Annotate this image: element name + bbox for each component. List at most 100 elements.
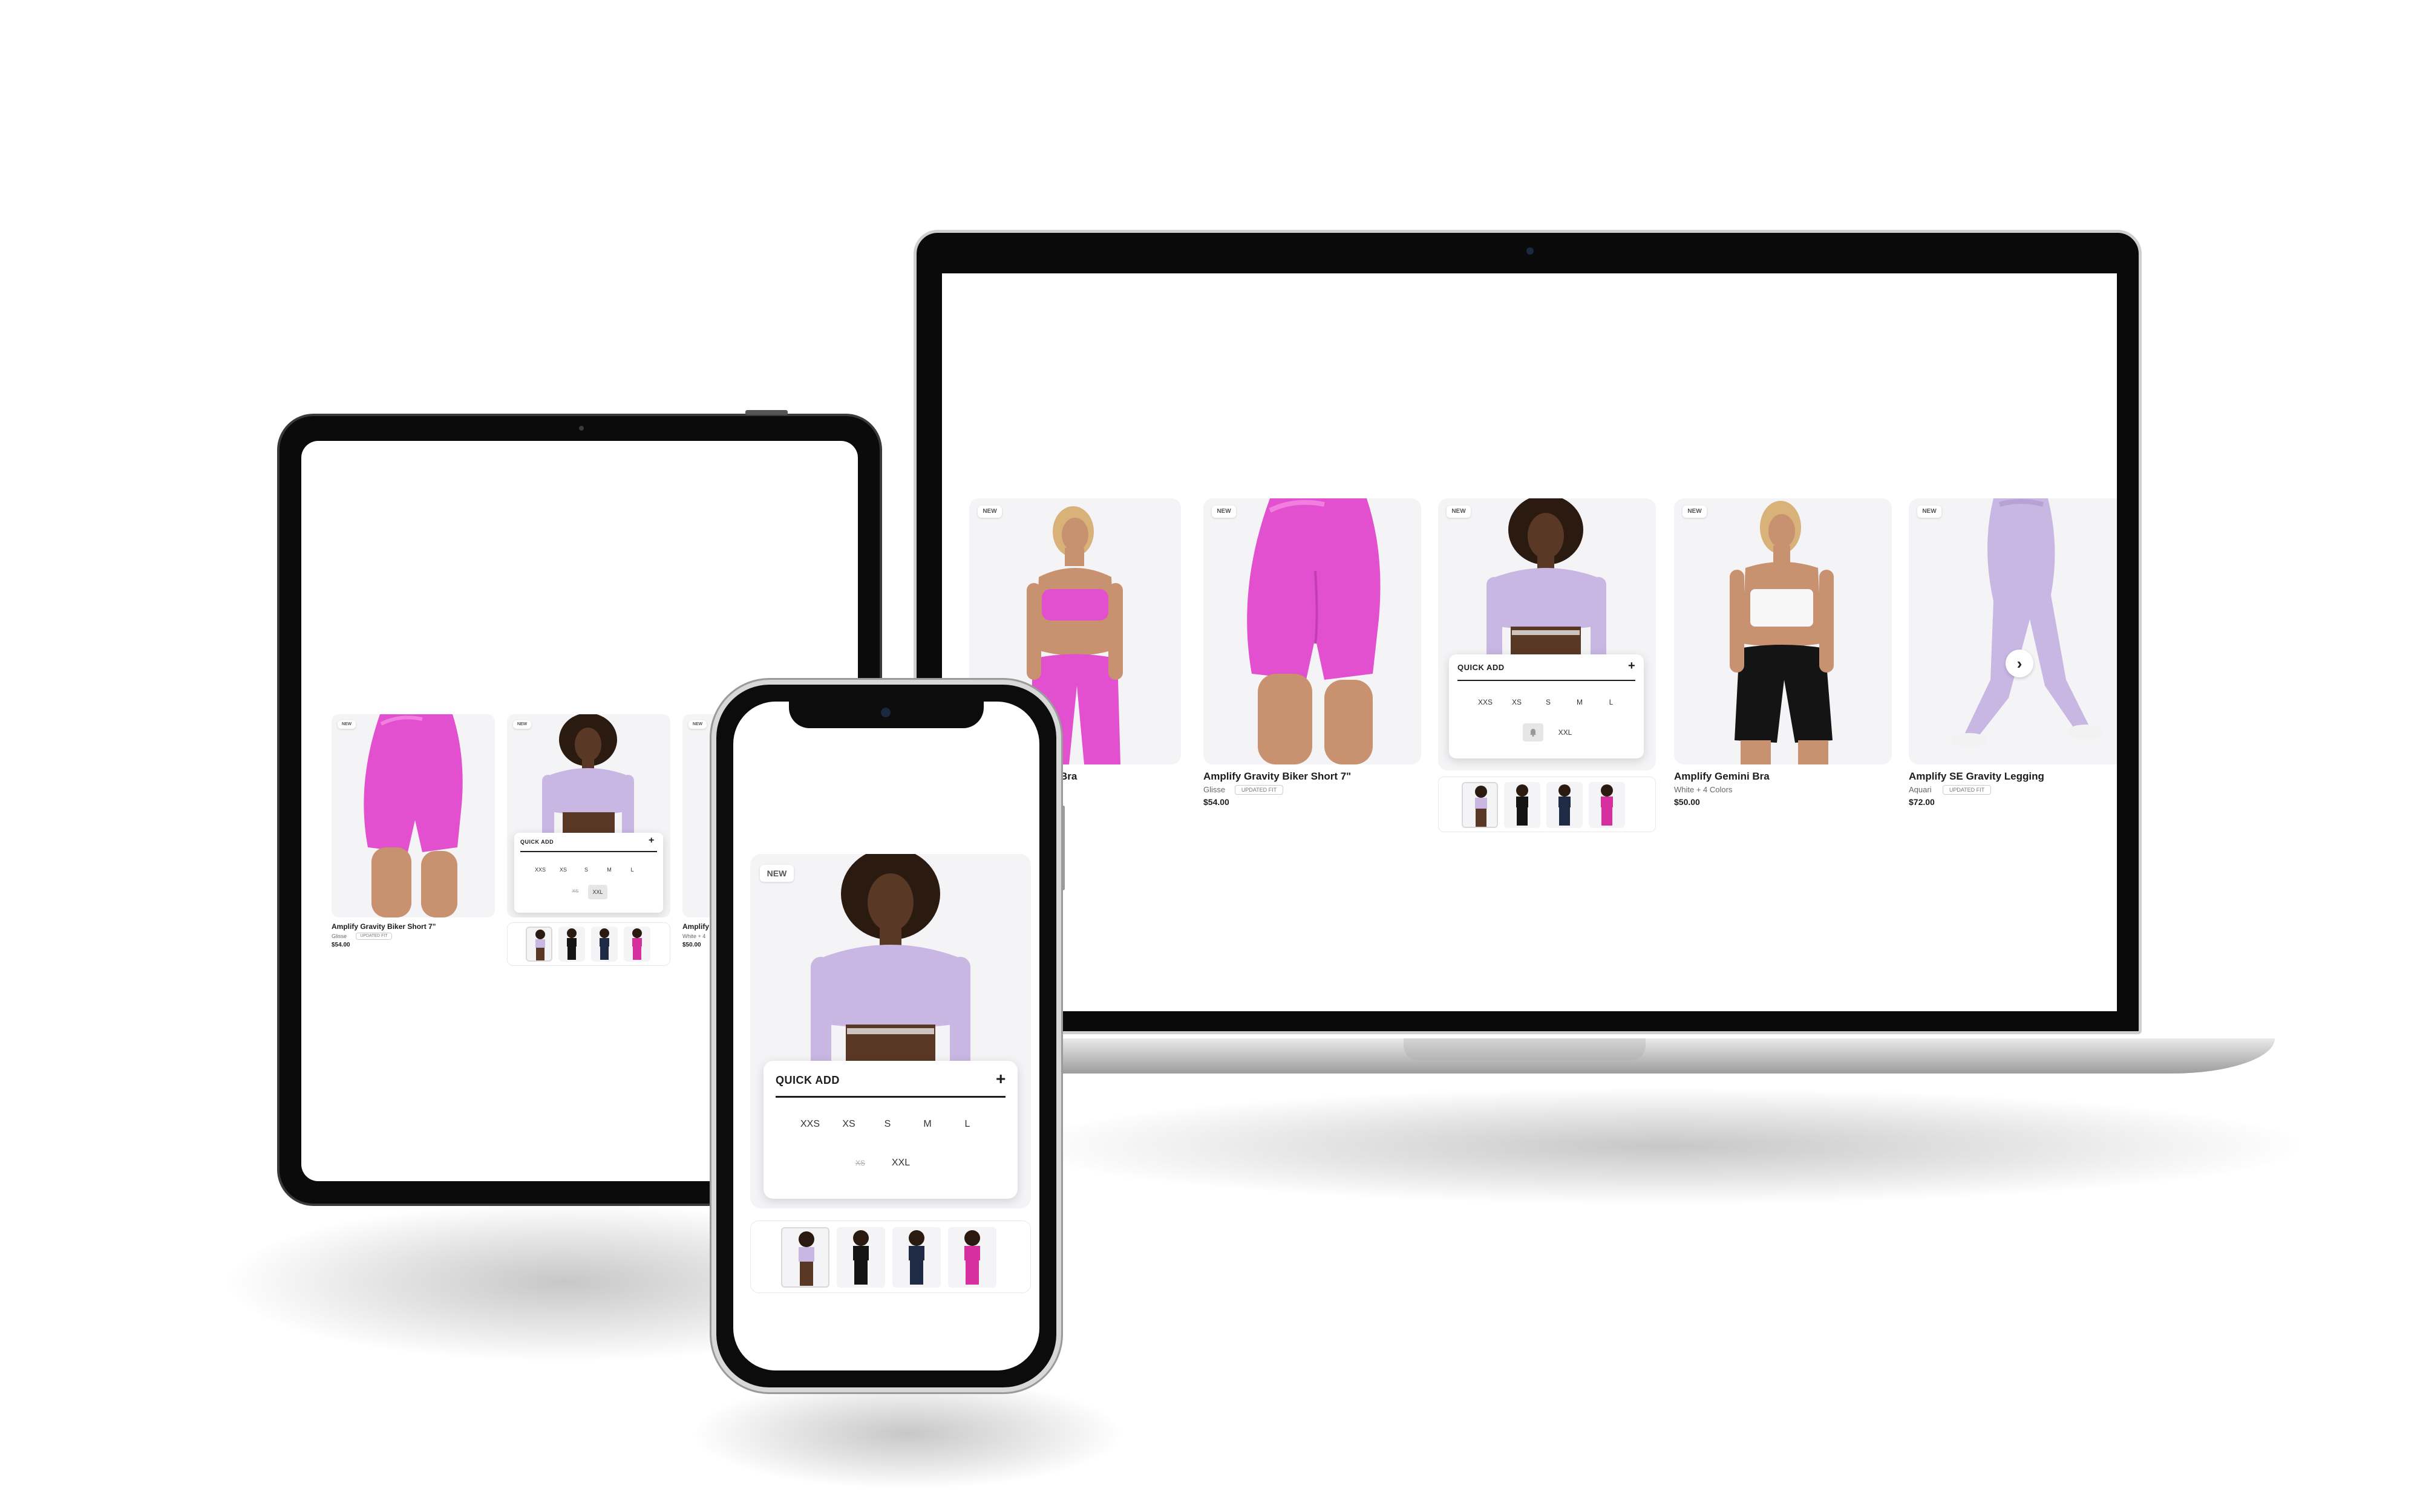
color-swatch-navy[interactable] [892,1227,941,1288]
size-option[interactable]: XXS [531,867,549,873]
color-swatch-black[interactable] [558,927,585,962]
size-option[interactable]: XXL [1553,728,1577,737]
product-card[interactable]: NEW › Amplify SE Gravity Legging Aquari … [1909,498,2117,813]
product-color: Glisse [332,933,347,939]
product-image[interactable]: NEW › [1909,498,2117,764]
size-option[interactable]: L [623,867,641,873]
color-swatch-black[interactable] [837,1227,885,1288]
laptop-hinge-notch [1404,1038,1646,1060]
size-option[interactable]: XS [834,1119,864,1130]
color-swatch-row [750,1220,1031,1293]
size-option-selected[interactable]: XXL [588,885,607,899]
quick-add-title: QUICK ADD [776,1074,840,1086]
phone-device: NEW QUICK ADD + XXS XS S M L XS XXL [711,680,1065,1392]
product-title[interactable]: Amplify [682,922,709,931]
tablet-button [745,410,788,415]
new-badge: NEW [338,720,356,729]
product-price: $50.00 [1674,797,1700,807]
product-image[interactable]: NEW QUICK ADD + XXS XS S M L XXL [1438,498,1656,771]
product-image[interactable]: NEW QUICK ADD + XXS XS S M L XS XXL [507,714,670,917]
quick-add-divider [520,851,657,852]
size-option[interactable]: S [872,1119,903,1130]
updated-fit-badge: UPDATED FIT [1235,785,1283,795]
phone-notch [789,702,984,728]
quick-add-title: QUICK ADD [520,839,554,845]
new-badge: NEW [978,506,1002,518]
updated-fit-badge: UPDATED FIT [1943,785,1991,795]
size-option[interactable]: L [1599,698,1623,706]
new-badge: NEW [1917,506,1941,518]
size-option-unavailable[interactable]: XS [566,888,584,894]
size-option[interactable]: L [952,1119,983,1130]
size-option[interactable]: XXS [795,1119,825,1130]
new-badge: NEW [688,720,707,729]
color-swatch-navy[interactable] [1546,782,1583,828]
quick-add-divider [1457,680,1635,681]
product-title[interactable]: Amplify SE Gravity Legging [1909,771,2044,783]
plus-icon[interactable]: + [649,835,654,846]
phone-side-button [1062,806,1065,890]
product-image[interactable]: NEW [332,714,495,917]
color-swatch-magenta[interactable] [1589,782,1625,828]
color-swatch-magenta[interactable] [624,927,650,962]
color-swatch-row [1438,777,1656,832]
product-card[interactable]: NEW QUICK ADD + XXS XS S M L XXL [1438,498,1656,837]
product-title[interactable]: Amplify Gemini Bra [1674,771,1770,783]
product-title[interactable]: Amplify Gravity Biker Short 7" [1203,771,1351,783]
plus-icon[interactable]: + [1628,659,1635,673]
product-image[interactable]: NEW [1203,498,1421,764]
new-badge: NEW [760,865,794,882]
laptop-device: NEW Bra NEW Amplify Gravity Biker Short … [914,230,2142,1034]
size-option[interactable]: XS [554,867,572,873]
new-badge: NEW [1212,506,1236,518]
new-badge: NEW [1683,506,1707,518]
phone-shadow [696,1379,1119,1488]
color-swatch-magenta[interactable] [948,1227,996,1288]
color-swatch-navy[interactable] [591,927,618,962]
product-card[interactable]: NEW QUICK ADD + XXS XS S M L XS XXL [507,714,670,974]
size-option-unavailable[interactable]: XS [848,1159,872,1167]
size-option[interactable]: XXL [886,1158,916,1168]
size-option[interactable]: XXS [1473,698,1497,706]
color-swatch-lavender[interactable] [781,1227,829,1288]
product-price: $50.00 [682,942,701,948]
color-swatch-lavender[interactable] [526,927,552,962]
laptop-shadow [1028,1089,2299,1204]
quick-add-title: QUICK ADD [1457,663,1505,672]
size-option[interactable]: M [912,1119,943,1130]
quick-add-panel: QUICK ADD + XXS XS S M L XS XXL [514,833,663,913]
size-option[interactable]: S [577,867,595,873]
product-card[interactable]: NEW Amplify Gravity Biker Short 7" Gliss… [332,714,495,956]
color-swatch-black[interactable] [1504,782,1540,828]
size-option[interactable]: M [600,867,618,873]
tablet-camera [579,426,584,431]
product-price: $54.00 [332,942,350,948]
color-swatch-row [507,922,670,966]
laptop-camera [1526,247,1534,255]
phone-screen: NEW QUICK ADD + XXS XS S M L XS XXL [733,702,1039,1370]
product-color: White + 4 Colors [1674,785,1733,794]
size-option[interactable]: S [1536,698,1560,706]
plus-icon[interactable]: + [996,1069,1006,1089]
phone-camera [881,708,891,717]
size-option[interactable]: XS [1505,698,1529,706]
product-image[interactable]: NEW [1674,498,1892,764]
updated-fit-badge: UPDATED FIT [356,933,392,940]
product-card[interactable]: NEW Amplify Gravity Biker Short 7" Gliss… [1203,498,1421,813]
product-price: $54.00 [1203,797,1229,807]
product-title[interactable]: Bra [1060,771,1077,783]
product-card[interactable]: NEW Amplify Gemini Bra White + 4 Colors … [1674,498,1892,813]
notify-bell-icon[interactable] [1523,723,1543,741]
color-swatch-lavender[interactable] [1462,782,1498,828]
product-card[interactable]: NEW QUICK ADD + XXS XS S M L XS XXL [750,854,1031,1295]
product-image[interactable]: NEW QUICK ADD + XXS XS S M L XS XXL [750,854,1031,1208]
size-option[interactable]: M [1568,698,1592,706]
quick-add-divider [776,1096,1006,1098]
product-title[interactable]: Amplify Gravity Biker Short 7" [332,922,436,931]
carousel-next-button[interactable]: › [2006,650,2033,677]
laptop-screen: NEW Bra NEW Amplify Gravity Biker Short … [942,273,2117,1011]
product-color: White + 4 [682,933,706,939]
product-color: Aquari [1909,785,1932,794]
quick-add-panel: QUICK ADD + XXS XS S M L XS XXL [764,1061,1018,1199]
quick-add-panel: QUICK ADD + XXS XS S M L XXL [1449,654,1644,758]
